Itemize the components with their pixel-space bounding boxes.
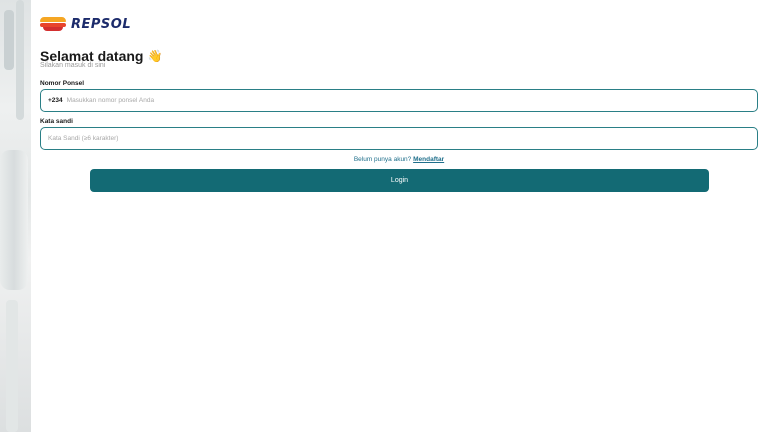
- brand-logo: REPSOL: [40, 14, 131, 34]
- brand-wordmark: REPSOL: [71, 16, 132, 32]
- repsol-logo-icon: [40, 15, 66, 33]
- password-input[interactable]: [48, 128, 757, 149]
- password-label: Kata sandi: [40, 118, 73, 125]
- side-background-image: [0, 0, 31, 432]
- country-code-prefix: +234: [48, 97, 63, 104]
- pipe-shape: [0, 150, 28, 290]
- password-field[interactable]: [40, 127, 758, 150]
- pipe-shape: [6, 300, 18, 432]
- register-link[interactable]: Mendaftar: [413, 156, 444, 163]
- register-prompt-text: Belum punya akun?: [353, 156, 412, 163]
- login-button[interactable]: Login: [90, 169, 709, 192]
- pipe-shape: [16, 0, 24, 120]
- register-prompt: Belum punya akun? Mendaftar: [0, 156, 768, 163]
- phone-input[interactable]: [66, 90, 757, 111]
- phone-label: Nomor Ponsel: [40, 80, 85, 87]
- phone-field[interactable]: +234: [40, 89, 758, 112]
- pipe-shape: [4, 10, 14, 70]
- page-subtitle: Silakan masuk di sini: [40, 62, 106, 69]
- login-button-label: Login: [390, 177, 409, 184]
- waving-hand-icon: 👋: [147, 49, 163, 63]
